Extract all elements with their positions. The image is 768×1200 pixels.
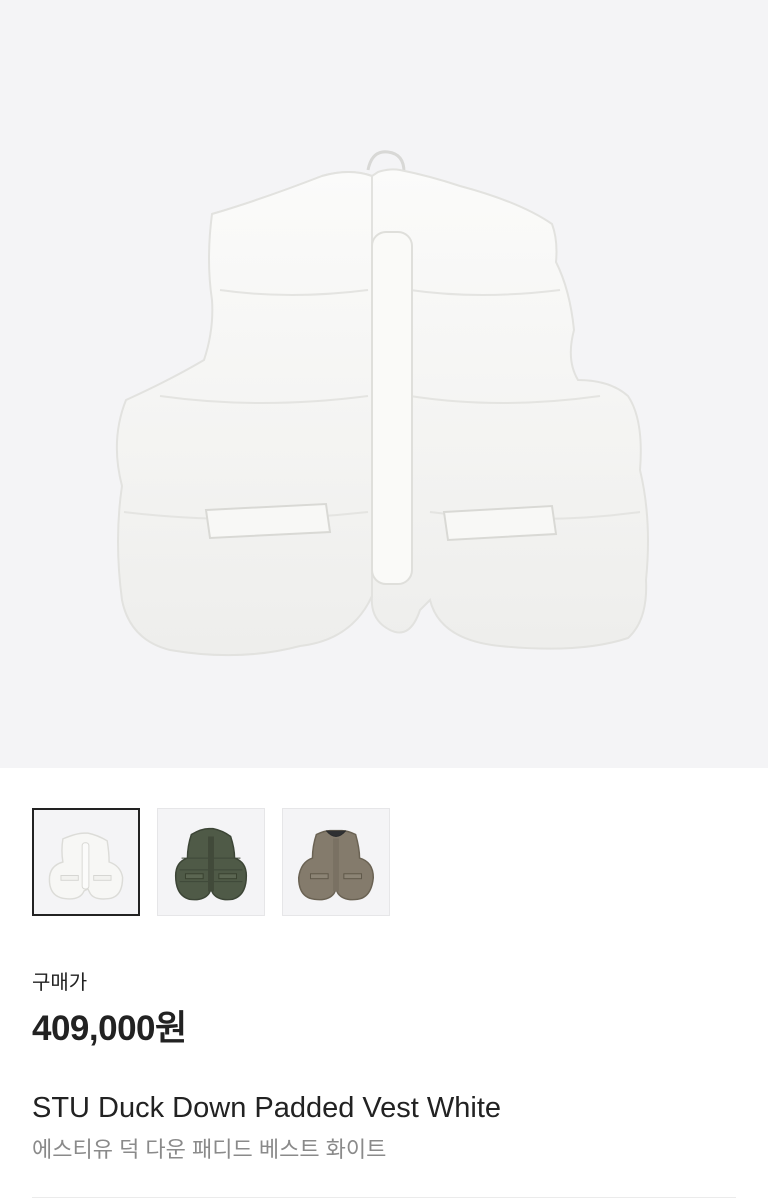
product-name-ko: 에스티유 덕 다운 패디드 베스트 화이트 <box>32 1137 387 1162</box>
thumbnail-white[interactable] <box>32 808 140 916</box>
product-name-en: STU Duck Down Padded Vest White <box>32 1092 502 1124</box>
vest-green-thumb-icon <box>174 827 248 901</box>
thumbnail-green[interactable] <box>157 808 265 916</box>
price-label: 구매가 <box>32 972 88 994</box>
product-main-image[interactable] <box>0 0 768 768</box>
vest-khaki-thumb-icon <box>297 829 375 901</box>
divider <box>32 1197 736 1198</box>
thumbnail-khaki[interactable] <box>282 808 390 916</box>
vest-photo-icon <box>115 150 649 657</box>
vest-white-thumb-icon <box>48 832 124 900</box>
thumbnail-list <box>32 808 736 916</box>
product-price: 409,000원 <box>32 1009 187 1048</box>
